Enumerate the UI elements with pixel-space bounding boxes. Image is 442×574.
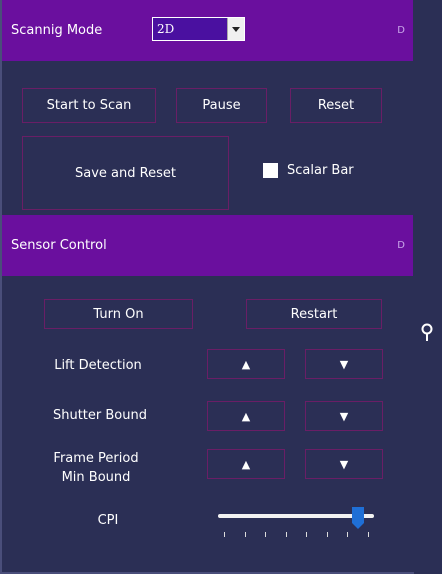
arrow-down-icon: ▼	[339, 457, 349, 471]
chevron-down-icon[interactable]	[227, 18, 244, 40]
sensor-panel-header[interactable]: Sensor Control D	[2, 215, 413, 276]
start-scan-button[interactable]: Start to Scan	[22, 88, 156, 123]
sensor-panel-title: Sensor Control	[11, 238, 107, 253]
cpi-slider-tick	[368, 532, 369, 537]
scalar-bar-checkbox[interactable]	[263, 163, 278, 178]
start-scan-label: Start to Scan	[46, 98, 132, 113]
cpi-slider-tick	[224, 532, 225, 537]
scalar-bar-label: Scalar Bar	[287, 163, 354, 178]
pause-label: Pause	[202, 98, 241, 113]
cpi-slider-tick	[286, 532, 287, 537]
cpi-slider-track[interactable]	[218, 514, 374, 518]
scan-mode-select[interactable]: 2D	[152, 17, 245, 41]
frame-period-up-button[interactable]: ▲	[207, 449, 285, 479]
scan-panel-title: Scannig Mode	[11, 23, 103, 38]
reset-button[interactable]: Reset	[290, 88, 382, 123]
frame-period-label-line2: Min Bound	[61, 470, 131, 485]
restart-button[interactable]: Restart	[246, 299, 382, 329]
cpi-slider-tick	[306, 532, 307, 537]
app-window	[0, 0, 442, 574]
pause-button[interactable]: Pause	[176, 88, 267, 123]
collapse-icon[interactable]: D	[397, 240, 405, 251]
lift-detection-label: Lift Detection	[54, 358, 142, 373]
pin-icon[interactable]	[420, 323, 434, 343]
arrow-up-icon: ▲	[241, 409, 251, 423]
frame-period-label-line1: Frame Period	[53, 451, 139, 466]
turn-on-label: Turn On	[93, 306, 144, 322]
arrow-down-icon: ▼	[339, 409, 349, 423]
cpi-slider-tick	[245, 532, 246, 537]
scan-mode-value: 2D	[157, 22, 175, 36]
cpi-slider-tick	[265, 532, 266, 537]
arrow-up-icon: ▲	[241, 457, 251, 471]
arrow-up-icon: ▲	[241, 357, 251, 371]
cpi-label: CPI	[97, 513, 119, 528]
lift-detection-down-button[interactable]: ▼	[305, 349, 383, 379]
cpi-slider-tick	[327, 532, 328, 537]
cpi-slider-thumb[interactable]	[352, 507, 364, 529]
shutter-bound-down-button[interactable]: ▼	[305, 401, 383, 431]
shutter-bound-label: Shutter Bound	[52, 408, 147, 423]
collapse-icon[interactable]: D	[397, 25, 405, 36]
cpi-slider-ticks	[218, 532, 374, 540]
lift-detection-up-button[interactable]: ▲	[207, 349, 285, 379]
save-and-reset-label: Save and Reset	[75, 165, 176, 181]
arrow-down-icon: ▼	[339, 357, 349, 371]
frame-period-down-button[interactable]: ▼	[305, 449, 383, 479]
side-strip	[414, 0, 442, 574]
restart-label: Restart	[290, 306, 338, 322]
cpi-slider-tick	[347, 532, 348, 537]
reset-label: Reset	[317, 98, 355, 113]
save-and-reset-button[interactable]: Save and Reset	[22, 136, 229, 210]
frame-period-label: Frame Period Min Bound	[44, 449, 148, 487]
shutter-bound-up-button[interactable]: ▲	[207, 401, 285, 431]
turn-on-button[interactable]: Turn On	[44, 299, 193, 329]
cpi-slider[interactable]	[218, 503, 374, 543]
